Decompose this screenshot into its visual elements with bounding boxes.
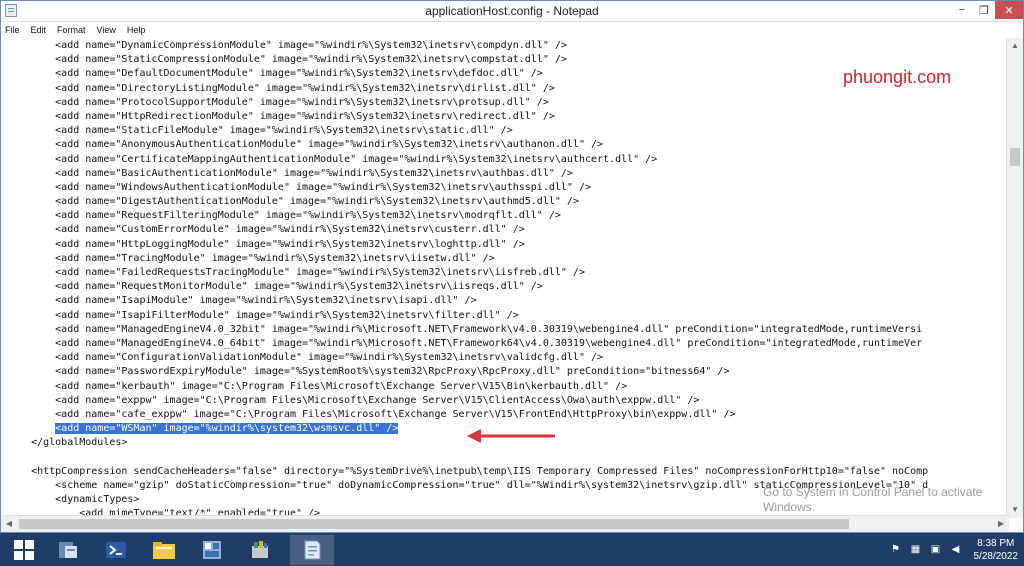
clock-date: 5/28/2022 bbox=[973, 550, 1019, 562]
volume-icon[interactable]: ◀ bbox=[949, 544, 963, 556]
vertical-scrollbar[interactable]: ▲ ▼ bbox=[1006, 38, 1023, 518]
menu-file[interactable]: File bbox=[5, 25, 27, 35]
scroll-up-icon[interactable]: ▲ bbox=[1007, 38, 1023, 54]
activate-line-2: Windows. bbox=[763, 500, 816, 514]
code-line[interactable]: <add name="ManagedEngineV4.0_64bit" imag… bbox=[7, 337, 1009, 351]
code-text[interactable]: <add name="DynamicCompressionModule" ima… bbox=[1, 38, 1009, 518]
action-center-icon[interactable]: ▣ bbox=[929, 544, 943, 556]
code-line[interactable]: <add name="kerbauth" image="C:\Program F… bbox=[7, 380, 1009, 394]
scroll-down-icon[interactable]: ▼ bbox=[1007, 502, 1023, 518]
scroll-right-icon[interactable]: ▶ bbox=[993, 516, 1009, 532]
red-arrow-icon bbox=[467, 429, 555, 443]
close-button[interactable]: ✕ bbox=[995, 1, 1023, 19]
server-manager-icon[interactable] bbox=[46, 535, 90, 565]
file-explorer-icon[interactable] bbox=[142, 535, 186, 565]
flag-icon[interactable]: ⚑ bbox=[889, 544, 903, 556]
code-line[interactable]: <add name="exppw" image="C:\Program File… bbox=[7, 394, 1009, 408]
system-tray: ⚑ ▦ ▣ ◀ 8:38 PM 5/28/2022 bbox=[886, 533, 1024, 566]
code-line[interactable]: <add name="StaticCompressionModule" imag… bbox=[7, 53, 1009, 67]
code-line[interactable]: <add name="ManagedEngineV4.0_32bit" imag… bbox=[7, 323, 1009, 337]
code-line[interactable]: <add name="RequestFilteringModule" image… bbox=[7, 209, 1009, 223]
code-line[interactable]: <add name="DynamicCompressionModule" ima… bbox=[7, 39, 1009, 53]
window-title: applicationHost.config - Notepad bbox=[425, 4, 599, 18]
code-line[interactable]: <httpCompression sendCacheHeaders="false… bbox=[7, 465, 1009, 479]
code-line[interactable]: <add name="TracingModule" image="%windir… bbox=[7, 252, 1009, 266]
code-line[interactable]: <add name="BasicAuthenticationModule" im… bbox=[7, 167, 1009, 181]
menu-view[interactable]: View bbox=[97, 25, 123, 35]
notepad-taskbar-icon[interactable] bbox=[290, 535, 334, 565]
powershell-icon[interactable] bbox=[94, 535, 138, 565]
code-line[interactable]: <add name="CustomErrorModule" image="%wi… bbox=[7, 223, 1009, 237]
code-line[interactable] bbox=[7, 450, 1009, 464]
clock[interactable]: 8:38 PM 5/28/2022 bbox=[974, 537, 1019, 563]
iis-manager-icon[interactable] bbox=[238, 535, 282, 565]
code-line[interactable]: <add name="FailedRequestsTracingModule" … bbox=[7, 266, 1009, 280]
horizontal-scrollbar[interactable]: ◀ ▶ bbox=[1, 515, 1009, 532]
code-line[interactable]: <add name="IsapiModule" image="%windir%\… bbox=[7, 294, 1009, 308]
code-line[interactable]: <add name="CertificateMappingAuthenticat… bbox=[7, 153, 1009, 167]
watermark: phuongit.com bbox=[843, 67, 952, 87]
windows-start-icon[interactable] bbox=[2, 535, 46, 565]
code-line[interactable]: <add name="cafe_exppw" image="C:\Program… bbox=[7, 408, 1009, 422]
restore-button[interactable]: ❐ bbox=[973, 1, 995, 19]
code-line[interactable]: <add name="RequestMonitorModule" image="… bbox=[7, 280, 1009, 294]
text-editor[interactable]: <add name="DynamicCompressionModule" ima… bbox=[1, 38, 1009, 518]
code-line[interactable]: <add name="DigestAuthenticationModule" i… bbox=[7, 195, 1009, 209]
menu-format[interactable]: Format bbox=[57, 25, 93, 35]
notepad-window: applicationHost.config - Notepad − ❐ ✕ F… bbox=[0, 0, 1024, 533]
code-line[interactable]: <add name="ProtocolSupportModule" image=… bbox=[7, 96, 1009, 110]
code-line[interactable]: <add name="ConfigurationValidationModule… bbox=[7, 351, 1009, 365]
clock-time: 8:38 PM bbox=[977, 537, 1015, 549]
menu-edit[interactable]: Edit bbox=[31, 25, 54, 35]
taskbar: ⚑ ▦ ▣ ◀ 8:38 PM 5/28/2022 bbox=[0, 533, 1024, 566]
activate-windows-notice: Go to System in Control Panel to activat… bbox=[763, 485, 982, 515]
title-bar[interactable]: applicationHost.config - Notepad − ❐ ✕ bbox=[1, 1, 1023, 22]
code-line[interactable]: <add name="WindowsAuthenticationModule" … bbox=[7, 181, 1009, 195]
selected-text[interactable]: <add name="WSMan" image="%windir%\system… bbox=[55, 423, 399, 435]
menu-bar: File Edit Format View Help bbox=[1, 22, 1023, 39]
server-config-icon[interactable] bbox=[190, 535, 234, 565]
minimize-button[interactable]: − bbox=[951, 1, 973, 19]
vertical-scroll-thumb[interactable] bbox=[1010, 148, 1020, 166]
horizontal-scroll-thumb[interactable] bbox=[19, 519, 849, 529]
code-line[interactable]: <add name="PasswordExpiryModule" image="… bbox=[7, 365, 1009, 379]
menu-help[interactable]: Help bbox=[127, 25, 153, 35]
code-line[interactable]: <add name="StaticFileModule" image="%win… bbox=[7, 124, 1009, 138]
network-icon[interactable]: ▦ bbox=[909, 544, 923, 556]
code-line[interactable]: <add name="IsapiFilterModule" image="%wi… bbox=[7, 309, 1009, 323]
code-line[interactable]: <add name="AnonymousAuthenticationModule… bbox=[7, 138, 1009, 152]
activate-line-1: Go to System in Control Panel to activat… bbox=[763, 485, 983, 499]
code-line[interactable]: <add name="HttpLoggingModule" image="%wi… bbox=[7, 238, 1009, 252]
scroll-left-icon[interactable]: ◀ bbox=[1, 516, 17, 532]
code-line[interactable]: <add name="HttpRedirectionModule" image=… bbox=[7, 110, 1009, 124]
